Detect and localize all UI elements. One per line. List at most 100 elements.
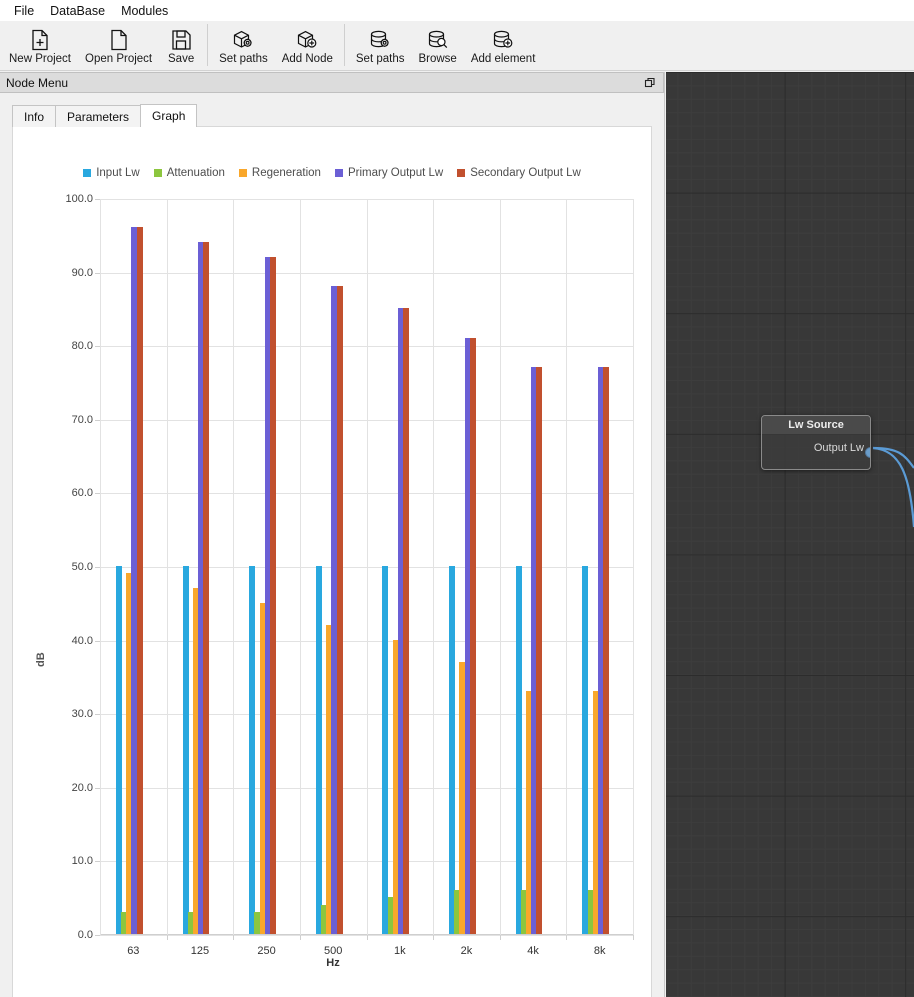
x-gridline bbox=[500, 199, 501, 935]
grid-major bbox=[666, 72, 914, 997]
new-project-button[interactable]: New Project bbox=[2, 24, 78, 66]
x-gridline bbox=[633, 199, 634, 935]
node-editor-canvas[interactable]: Lw Source Output Lw bbox=[666, 72, 914, 997]
bar-1k-4[interactable] bbox=[403, 308, 410, 934]
open-file-icon bbox=[107, 27, 131, 52]
plot-area: 0.0 10.0 20.0 30.0 40.0 50.0 60.0 70.0 80.0 90.0 1… bbox=[65, 193, 634, 957]
save-button[interactable]: Save bbox=[159, 24, 203, 66]
x-tick-label: 8k bbox=[593, 945, 606, 957]
x-tick-mark bbox=[500, 935, 501, 940]
tab-parameters[interactable]: Parameters bbox=[55, 105, 142, 127]
bar-4k-4[interactable] bbox=[536, 367, 543, 934]
open-project-label: Open Project bbox=[85, 53, 153, 65]
add-element-label: Add element bbox=[470, 53, 536, 65]
y-tick-mark bbox=[95, 935, 100, 936]
node-lw-source[interactable]: Lw Source Output Lw bbox=[761, 415, 871, 470]
x-tick-label: 2k bbox=[460, 945, 473, 957]
x-tick-mark bbox=[300, 935, 301, 940]
y-tick-label: 100.0 bbox=[65, 193, 93, 205]
x-tick-mark bbox=[433, 935, 434, 940]
bar-125-0[interactable] bbox=[182, 566, 189, 934]
node-menu-title-bar: Node Menu bbox=[0, 72, 664, 93]
tab-strip: Info Parameters Graph bbox=[12, 104, 198, 127]
set-paths-node-button[interactable]: Set paths bbox=[212, 24, 275, 66]
x-tick-mark bbox=[233, 935, 234, 940]
open-project-button[interactable]: Open Project bbox=[78, 24, 159, 66]
database-gear-icon bbox=[368, 27, 392, 52]
bar-250-4[interactable] bbox=[269, 256, 276, 934]
x-tick-label: 63 bbox=[127, 945, 140, 957]
add-node-label: Add Node bbox=[281, 53, 333, 65]
y-axis-title: dB bbox=[35, 652, 47, 667]
tab-info[interactable]: Info bbox=[12, 105, 57, 127]
y-tick-label: 40.0 bbox=[71, 634, 93, 647]
browse-button[interactable]: Browse bbox=[411, 24, 463, 66]
x-axis-title: Hz bbox=[326, 957, 340, 969]
new-project-label: New Project bbox=[9, 53, 71, 65]
y-tick-label: 60.0 bbox=[71, 487, 93, 500]
x-tick-label: 250 bbox=[257, 945, 276, 957]
bar-8k-0[interactable] bbox=[582, 566, 589, 934]
node-title: Lw Source bbox=[762, 416, 870, 435]
restore-window-icon[interactable] bbox=[643, 76, 658, 91]
x-gridline bbox=[100, 199, 101, 935]
x-tick-label: 500 bbox=[324, 945, 343, 957]
bar-2k-0[interactable] bbox=[449, 566, 456, 934]
add-node-button[interactable]: Add Node bbox=[275, 24, 340, 66]
y-tick-label: 30.0 bbox=[71, 708, 93, 721]
new-file-icon bbox=[28, 27, 52, 52]
node-output-port-dot[interactable] bbox=[865, 447, 870, 458]
x-tick-mark bbox=[167, 935, 168, 940]
bar-4k-0[interactable] bbox=[515, 566, 522, 934]
save-icon bbox=[169, 27, 193, 52]
cube-plus-icon bbox=[295, 27, 319, 52]
toolbar-separator-1 bbox=[207, 24, 209, 66]
y-tick-label: 0.0 bbox=[77, 929, 93, 941]
x-tick-mark bbox=[367, 935, 368, 940]
y-tick-label: 70.0 bbox=[71, 413, 93, 426]
bar-125-4[interactable] bbox=[203, 242, 210, 934]
x-tick-mark bbox=[633, 935, 634, 940]
x-tick-label: 4k bbox=[527, 945, 539, 957]
x-gridline bbox=[433, 199, 434, 935]
set-paths-node-label: Set paths bbox=[219, 53, 268, 65]
y-tick-label: 90.0 bbox=[71, 266, 93, 279]
plot-wrapper: dB Hz 0.0 10.0 20.0 30.0 40.0 50.0 60.0 70.0 80.… bbox=[13, 127, 653, 997]
x-gridline bbox=[367, 199, 368, 935]
browse-label: Browse bbox=[418, 53, 457, 65]
x-gridline bbox=[167, 199, 168, 935]
menu-bar: File DataBase Modules bbox=[0, 0, 914, 21]
cube-gear-icon bbox=[231, 27, 255, 52]
node-menu-panel: Node Menu Info Parameters Graph Input Lw… bbox=[0, 72, 665, 997]
bar-63-0[interactable] bbox=[115, 566, 122, 934]
menu-item-database[interactable]: DataBase bbox=[42, 2, 113, 20]
save-label: Save bbox=[168, 53, 195, 65]
y-tick-label: 80.0 bbox=[71, 340, 93, 353]
set-paths-db-button[interactable]: Set paths bbox=[349, 24, 412, 66]
x-gridline bbox=[566, 199, 567, 935]
bar-250-0[interactable] bbox=[249, 566, 256, 934]
add-element-button[interactable]: Add element bbox=[464, 24, 543, 66]
set-paths-db-label: Set paths bbox=[355, 53, 405, 65]
x-gridline bbox=[233, 199, 234, 935]
application-window: File DataBase Modules New Project Open P… bbox=[0, 0, 914, 997]
database-plus-icon bbox=[491, 27, 515, 52]
menu-item-modules[interactable]: Modules bbox=[113, 2, 176, 20]
toolbar-separator-2 bbox=[343, 24, 345, 66]
bar-63-4[interactable] bbox=[136, 227, 143, 934]
bar-8k-4[interactable] bbox=[603, 367, 609, 934]
bar-500-4[interactable] bbox=[336, 286, 343, 934]
graph-panel: Input Lw Attenuation Regeneration Primary O… bbox=[12, 126, 652, 997]
bar-500-0[interactable] bbox=[315, 566, 322, 934]
y-tick-label: 10.0 bbox=[71, 855, 93, 868]
menu-item-file[interactable]: File bbox=[6, 2, 42, 20]
toolbar: New Project Open Project Save Set paths … bbox=[0, 21, 914, 71]
tab-graph[interactable]: Graph bbox=[140, 104, 198, 127]
y-tick-label: 20.0 bbox=[71, 781, 93, 794]
x-tick-label: 1k bbox=[394, 945, 406, 957]
x-tick-label: 125 bbox=[190, 945, 210, 957]
bar-1k-0[interactable] bbox=[382, 566, 389, 934]
x-gridline bbox=[300, 199, 301, 935]
y-tick-label: 50.0 bbox=[71, 561, 93, 573]
bar-2k-4[interactable] bbox=[469, 337, 476, 934]
